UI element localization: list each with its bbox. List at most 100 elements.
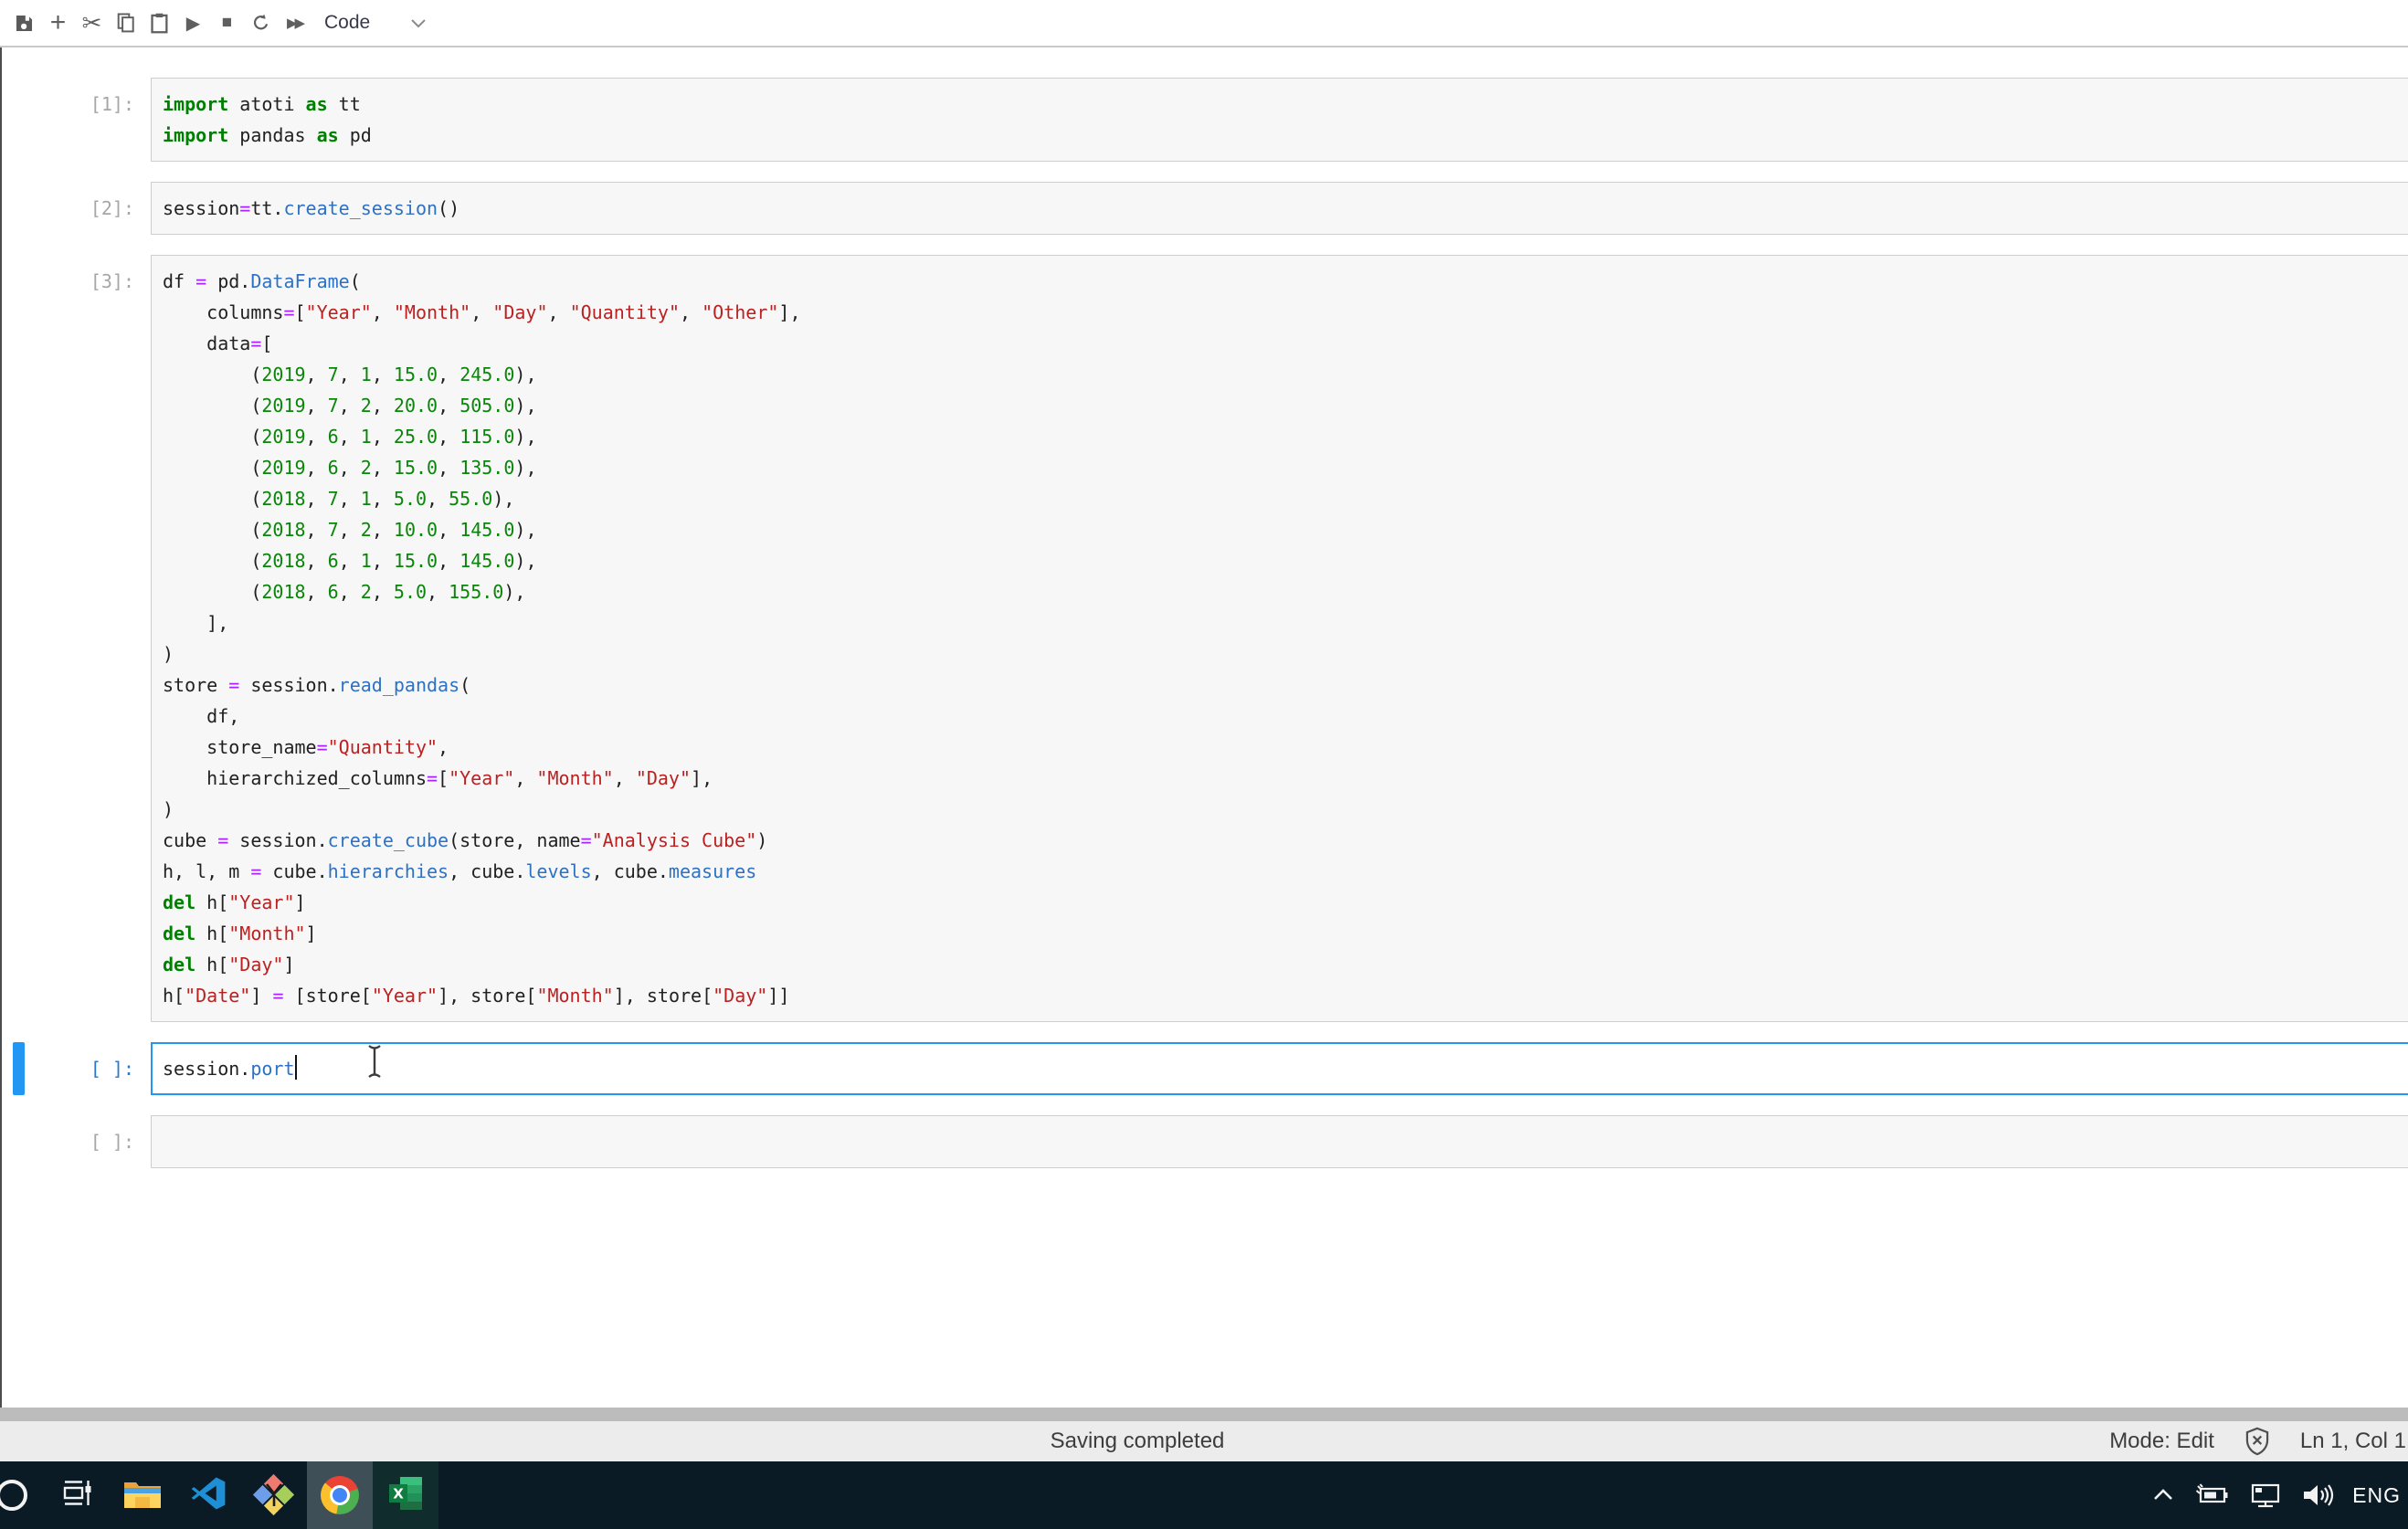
code-token: import: [163, 93, 228, 115]
code-token: ], store[: [438, 985, 536, 1007]
code-token: ,: [438, 519, 459, 541]
battery-charging-icon[interactable]: [2193, 1483, 2230, 1507]
taskbar-cortana-button[interactable]: [0, 1461, 44, 1529]
horizontal-scrollbar[interactable]: [0, 1408, 2408, 1421]
network-icon[interactable]: [2248, 1482, 2283, 1508]
code-token: (: [163, 426, 261, 448]
cell-prompt: [1]:: [2, 78, 134, 162]
code-token: ),: [514, 426, 536, 448]
cursor-position-indicator[interactable]: Ln 1, Col 1: [2300, 1429, 2406, 1454]
code-token: ,: [339, 488, 361, 510]
code-token: ],: [778, 301, 800, 323]
cell-code-editor[interactable]: df = pd.DataFrame( columns=["Year", "Mon…: [151, 255, 2408, 1022]
code-token: =: [228, 674, 239, 696]
code-token: 15.0: [394, 550, 438, 572]
run-cell-button[interactable]: ▶: [176, 2, 210, 44]
taskbar-excel-button[interactable]: X: [373, 1461, 438, 1529]
copy-cells-button[interactable]: [109, 2, 143, 44]
code-token: (: [163, 581, 261, 603]
code-token: ], store[: [614, 985, 713, 1007]
code-token: "Analysis Cube": [592, 829, 757, 851]
language-indicator[interactable]: ENG: [2352, 1483, 2401, 1508]
taskbar-file-explorer-button[interactable]: [110, 1461, 175, 1529]
code-line: h["Date"] = [store["Year"], store["Month…: [163, 980, 2408, 1011]
code-token: "Date": [185, 985, 250, 1007]
code-token: ,: [438, 736, 449, 758]
cortana-icon: [0, 1480, 27, 1511]
code-line: df,: [163, 701, 2408, 732]
code-token: ,: [339, 426, 361, 448]
restart-kernel-button[interactable]: [244, 2, 278, 44]
save-icon: [15, 14, 34, 33]
code-token: ]]: [767, 985, 789, 1007]
code-token: 155.0: [449, 581, 503, 603]
code-token: 2: [361, 519, 372, 541]
code-token: 2: [361, 395, 372, 417]
code-token: 6: [328, 457, 339, 479]
code-token: store: [163, 674, 228, 696]
code-token: 2019: [261, 426, 305, 448]
code-line: (2018, 6, 2, 5.0, 155.0),: [163, 576, 2408, 607]
code-token: del: [163, 923, 195, 944]
notebook-cells: [1]:import atoti as ttimport pandas as p…: [2, 78, 2408, 1168]
code-token: ),: [514, 457, 536, 479]
code-line: ],: [163, 607, 2408, 638]
cell-code-editor[interactable]: session.port: [151, 1042, 2408, 1095]
cell-code-editor[interactable]: session=tt.create_session(): [151, 182, 2408, 235]
insert-cell-below-button[interactable]: +: [41, 2, 75, 44]
cut-cells-button[interactable]: ✂: [75, 2, 109, 44]
code-token: "Day": [713, 985, 767, 1007]
code-token: ,: [306, 426, 328, 448]
cell-code-editor[interactable]: [151, 1115, 2408, 1168]
code-token: 1: [361, 550, 372, 572]
code-token: ]: [250, 985, 272, 1007]
code-token: 6: [328, 581, 339, 603]
code-token: ,: [514, 767, 536, 789]
code-token: ,: [306, 395, 328, 417]
code-token: ,: [427, 488, 449, 510]
code-token: pandas: [228, 124, 316, 146]
excel-icon: X: [385, 1475, 426, 1516]
vscode-icon: [189, 1474, 227, 1517]
code-line: [163, 1126, 2408, 1157]
code-token: 145.0: [459, 519, 514, 541]
code-token: (: [459, 674, 470, 696]
taskbar-vscode-button[interactable]: [175, 1461, 241, 1529]
tray-chevron-up-icon[interactable]: [2151, 1487, 2175, 1503]
code-token: ,: [438, 395, 459, 417]
code-token: ,: [372, 581, 394, 603]
volume-icon[interactable]: [2301, 1482, 2334, 1508]
code-token: ,: [372, 519, 394, 541]
paste-cells-button[interactable]: [143, 2, 176, 44]
code-token: ,: [372, 457, 394, 479]
taskbar-task-view-button[interactable]: [44, 1461, 110, 1529]
interrupt-kernel-button[interactable]: ■: [210, 2, 244, 44]
code-token: (: [163, 395, 261, 417]
code-token: pd.: [206, 270, 250, 292]
code-token: ,: [372, 395, 394, 417]
notebook-mode-indicator[interactable]: Mode: Edit: [2109, 1429, 2214, 1454]
code-line: store = session.read_pandas(: [163, 670, 2408, 701]
code-token: del: [163, 891, 195, 913]
code-token: as: [317, 124, 339, 146]
code-token: 505.0: [459, 395, 514, 417]
code-token: 2018: [261, 550, 305, 572]
cell-type-dropdown[interactable]: Code: [324, 6, 427, 39]
code-token: ,: [548, 301, 570, 323]
code-token: ),: [503, 581, 525, 603]
code-token: ,: [680, 301, 702, 323]
code-line: store_name="Quantity",: [163, 732, 2408, 763]
shield-x-icon[interactable]: [2244, 1427, 2271, 1456]
mouse-cursor-ibeam: [367, 1044, 382, 1083]
code-token: as: [306, 93, 328, 115]
code-token: ,: [339, 457, 361, 479]
taskbar-chrome-button[interactable]: [307, 1461, 373, 1529]
cell-code-editor[interactable]: import atoti as ttimport pandas as pd: [151, 78, 2408, 162]
code-token: "Year": [306, 301, 372, 323]
save-button[interactable]: [7, 2, 41, 44]
active-cell-collapser[interactable]: [13, 1042, 25, 1095]
taskbar-diamond-app-button[interactable]: [241, 1461, 307, 1529]
run-icon: ▶: [186, 12, 200, 35]
code-token: ,: [306, 519, 328, 541]
restart-run-all-button[interactable]: ▶▶: [278, 2, 312, 44]
